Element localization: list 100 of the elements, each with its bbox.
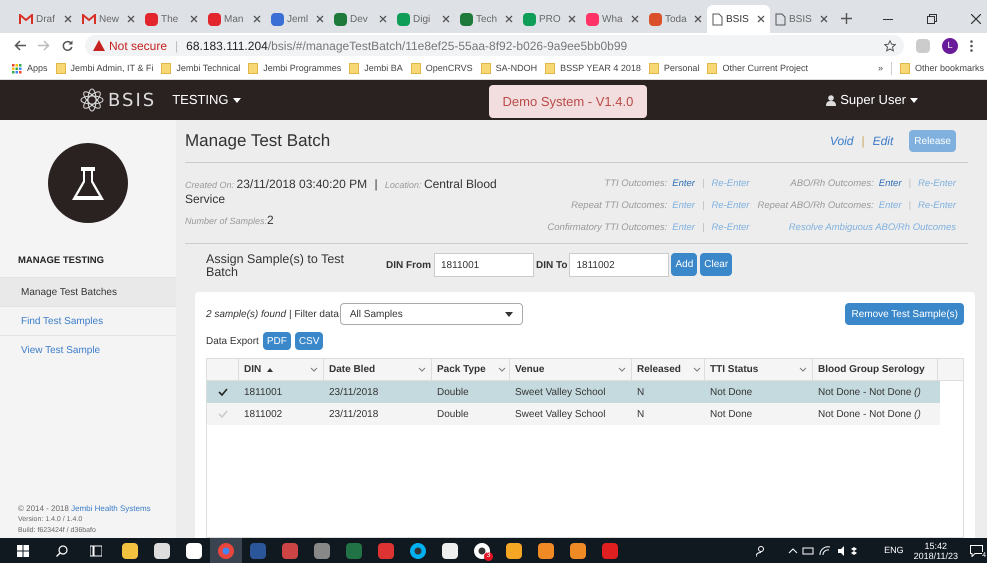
- close-icon[interactable]: [379, 15, 387, 23]
- browser-tab[interactable]: PRO: [518, 5, 581, 33]
- close-icon[interactable]: [127, 15, 135, 23]
- close-icon[interactable]: [694, 15, 702, 23]
- close-icon[interactable]: [190, 15, 198, 23]
- bookmark[interactable]: Personal: [648, 62, 700, 76]
- separator: |: [702, 177, 704, 191]
- user-menu[interactable]: Super User: [826, 90, 918, 110]
- close-icon[interactable]: [253, 15, 261, 23]
- tab-title: Digi: [413, 12, 432, 26]
- task-view-icon[interactable]: [90, 544, 102, 556]
- reload-icon[interactable]: [62, 40, 73, 51]
- browser-tab[interactable]: The: [140, 5, 203, 33]
- column-header[interactable]: Pack Type: [432, 359, 510, 380]
- star-icon[interactable]: [884, 40, 896, 52]
- chevron-icon: [692, 367, 701, 372]
- bookmark[interactable]: Apps: [12, 62, 48, 76]
- browser-tab[interactable]: Jeml: [266, 5, 329, 33]
- clock[interactable]: 15:42 2018/11/23: [914, 540, 958, 560]
- column-header[interactable]: TTI Status: [705, 359, 813, 380]
- more-bookmarks[interactable]: »: [878, 62, 883, 76]
- sidebar-item[interactable]: Manage Test Batches: [0, 277, 176, 306]
- notification-icon[interactable]: [970, 544, 983, 556]
- address-bar[interactable]: Not secure | 68.183.111.204/bsis/#/manageTestBatch/11e8ef25-55aa-8f92-b026-9a9ee5bb0b99: [85, 35, 904, 56]
- add-button[interactable]: Add: [671, 253, 698, 276]
- site-icon: [208, 12, 221, 26]
- edit-link[interactable]: Edit: [872, 132, 894, 150]
- table-row[interactable]: 1811002 23/11/2018 Double Sweet Valley School N Not Done Not Done - Not Done (): [207, 403, 940, 425]
- tab-title: Man: [224, 12, 244, 26]
- bookmark[interactable]: SA-NDOH: [480, 62, 538, 76]
- column-header[interactable]: Venue: [510, 359, 632, 380]
- separator: |: [702, 221, 704, 235]
- bookmark[interactable]: Other bookmarks: [890, 62, 984, 76]
- restore-icon[interactable]: [927, 14, 937, 24]
- column-header[interactable]: Date Bled: [324, 359, 432, 380]
- tab-title: Jeml: [287, 12, 310, 26]
- table-cell-text: 23/11/2018: [328, 408, 380, 422]
- table-row[interactable]: 1811001 23/11/2018 Double Sweet Valley School N Not Done Not Done - Not Done (): [207, 381, 940, 403]
- browser-tab[interactable]: BSIS: [770, 5, 833, 33]
- sample-count: Number of Samples:2: [185, 212, 275, 229]
- din-to-field[interactable]: 1811002: [569, 253, 670, 277]
- filter-label: | Filter data: [289, 308, 339, 322]
- menu-icon[interactable]: [970, 40, 973, 52]
- bookmark[interactable]: BSSP YEAR 4 2018: [545, 62, 641, 76]
- app-icon: [186, 542, 202, 558]
- folder-icon: [480, 63, 491, 74]
- export-button[interactable]: PDF: [262, 332, 291, 350]
- close-icon[interactable]: [505, 15, 513, 23]
- close-icon[interactable]: [442, 15, 450, 23]
- close-icon[interactable]: [64, 15, 72, 23]
- browser-tab[interactable]: Tech: [455, 5, 518, 33]
- site-icon: [397, 12, 410, 26]
- separator: |: [175, 38, 178, 54]
- check-icon[interactable]: [218, 388, 228, 396]
- din-to-label: DIN To: [536, 259, 568, 273]
- browser-tab[interactable]: Toda: [644, 5, 707, 33]
- column-header[interactable]: Released: [632, 359, 705, 380]
- din-from-label: DIN From: [386, 259, 431, 273]
- close-icon[interactable]: [316, 15, 324, 23]
- bookmark[interactable]: Other Current Project: [707, 62, 808, 76]
- close-icon[interactable]: [820, 15, 828, 23]
- bookmark[interactable]: Jembi Programmes: [248, 62, 342, 76]
- browser-tab[interactable]: Dev: [329, 5, 392, 33]
- close-icon[interactable]: [568, 15, 576, 23]
- filter-dropdown[interactable]: All Samples: [340, 303, 523, 325]
- company-link[interactable]: Jembi Health Systems: [71, 504, 151, 513]
- bookmark[interactable]: Jembi BA: [349, 62, 403, 76]
- browser-tab[interactable]: Wha: [581, 5, 644, 33]
- language-indicator[interactable]: ENG: [884, 544, 904, 558]
- remove-samples-button[interactable]: Remove Test Sample(s): [845, 303, 964, 325]
- bookmark[interactable]: Jembi Admin, IT & Fi: [56, 62, 154, 76]
- browser-tab[interactable]: BSIS: [707, 5, 770, 33]
- security-warning: Not secure: [109, 38, 168, 54]
- column-header[interactable]: DIN: [239, 359, 324, 380]
- search-icon[interactable]: [56, 544, 68, 556]
- outcome-link[interactable]: Enter: [878, 177, 902, 199]
- browser-tab[interactable]: Draf: [14, 5, 77, 33]
- close-icon[interactable]: [757, 15, 765, 23]
- export-button[interactable]: CSV: [294, 332, 324, 350]
- din-from-field[interactable]: 1811001: [434, 253, 534, 277]
- browser-tab[interactable]: Digi: [392, 5, 455, 33]
- app-icon: [282, 542, 298, 558]
- bookmark[interactable]: OpenCRVS: [410, 62, 473, 76]
- column-header[interactable]: Blood Group Serology: [813, 359, 938, 380]
- testing-menu[interactable]: TESTING: [172, 90, 241, 110]
- tab-title: Tech: [476, 12, 498, 26]
- separator: |: [702, 199, 704, 213]
- back-icon[interactable]: [14, 40, 26, 51]
- close-icon[interactable]: [971, 14, 981, 24]
- outcome-link[interactable]: Enter: [672, 177, 695, 199]
- profile-avatar[interactable]: L: [942, 38, 958, 54]
- void-link[interactable]: Void: [830, 132, 854, 150]
- close-icon[interactable]: [631, 15, 639, 23]
- new-tab-icon[interactable]: [841, 13, 852, 24]
- clear-button[interactable]: Clear: [700, 253, 732, 276]
- browser-tab[interactable]: Man: [203, 5, 266, 33]
- outcome-label: Repeat ABO/Rh Outcomes:: [757, 199, 874, 213]
- browser-tab[interactable]: New: [77, 5, 140, 33]
- bookmark[interactable]: Jembi Technical: [161, 62, 240, 76]
- windows-icon[interactable]: [17, 544, 29, 556]
